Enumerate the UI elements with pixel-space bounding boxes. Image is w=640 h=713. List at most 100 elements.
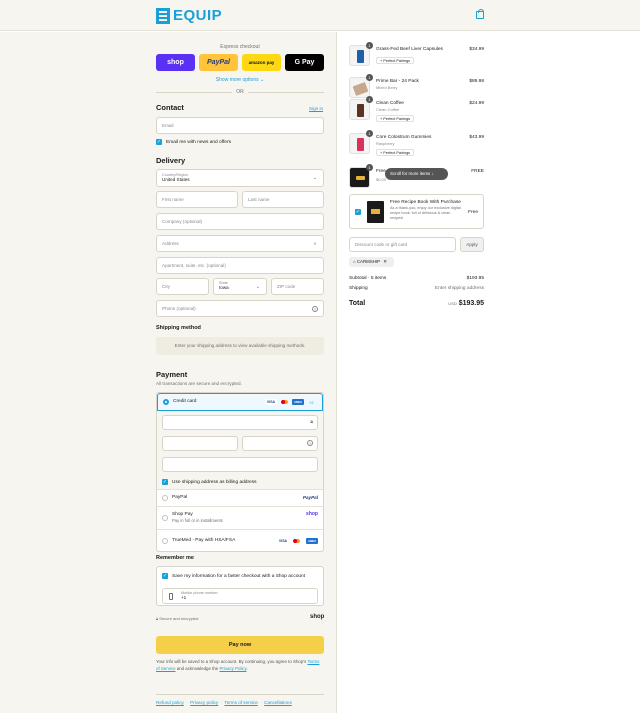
- shipping-row: Shipping Enter shipping address: [349, 286, 484, 291]
- upsell-checkbox[interactable]: ✓: [355, 209, 361, 215]
- card-number-field[interactable]: 🔒︎: [162, 415, 318, 430]
- shipping-method-note: Enter your shipping address to view avai…: [156, 337, 324, 355]
- discount-code-text: CARMSHIP: [356, 259, 380, 264]
- item-price: $43.99: [469, 135, 484, 140]
- news-checkbox-label: Email me with news and offers: [166, 140, 231, 145]
- company-field[interactable]: Company (optional): [156, 213, 324, 230]
- state-select[interactable]: State Iowa ⌄: [213, 278, 267, 295]
- city-placeholder: City: [162, 284, 170, 289]
- pay-now-button[interactable]: Pay now: [156, 636, 324, 654]
- upsell-card[interactable]: ✓ Free Recipe Book With Purchase As a th…: [349, 194, 484, 229]
- item-price: $34.99: [469, 47, 484, 52]
- equip-logo-icon: [156, 7, 170, 24]
- privacy-policy-footer-link[interactable]: Privacy policy: [190, 700, 218, 705]
- city-field[interactable]: City: [156, 278, 209, 295]
- currency-code: USD: [448, 301, 457, 306]
- refund-policy-link[interactable]: Refund policy: [156, 700, 184, 705]
- save-info-checkbox[interactable]: ✓: [162, 573, 168, 579]
- first-name-placeholder: First name: [162, 197, 184, 202]
- item-variant: $0.00: [376, 177, 387, 182]
- upsell-title: Free Recipe Book With Purchase: [390, 200, 461, 205]
- total-value-group: USD $193.95: [448, 300, 484, 307]
- cart-item: 1 Grass-Fed Beef Liver Capsules + Perfec…: [349, 42, 484, 71]
- address-field[interactable]: Address ⌕: [156, 235, 324, 252]
- help-icon[interactable]: ?: [307, 440, 313, 446]
- paypal-radio[interactable]: [162, 495, 168, 501]
- shipping-label: Shipping: [349, 286, 368, 291]
- phone-field[interactable]: Phone (optional) ?: [156, 300, 324, 317]
- perfect-pairings-button[interactable]: + Perfect Pairings: [376, 149, 415, 156]
- legal-suffix: .: [246, 665, 248, 671]
- expiry-field[interactable]: [162, 436, 238, 451]
- secure-encrypted-text: 🔒︎ Secure and encrypted: [156, 616, 199, 621]
- email-field[interactable]: Email: [156, 117, 324, 134]
- first-name-field[interactable]: First name: [156, 191, 238, 208]
- amex-icon: AMEX: [306, 538, 318, 544]
- help-icon[interactable]: ?: [312, 306, 318, 312]
- credit-card-radio[interactable]: [163, 399, 169, 405]
- news-checkbox[interactable]: ✓: [156, 139, 162, 145]
- paypal-option[interactable]: PayPal PayPal: [157, 490, 323, 507]
- shop-pay-logo: shop: [306, 511, 318, 517]
- shop-pay-radio[interactable]: [162, 515, 168, 521]
- apartment-field[interactable]: Apartment, suite, etc. (optional): [156, 257, 324, 274]
- header: EQUIP: [0, 0, 640, 31]
- payment-subtitle: All transactions are secure and encrypte…: [156, 381, 242, 386]
- amazon-pay-button[interactable]: amazon pay: [242, 54, 281, 71]
- chevron-down-icon: ⌄: [255, 284, 261, 290]
- mobile-icon: [169, 593, 173, 600]
- shopping-bag-icon[interactable]: [476, 9, 484, 19]
- mobile-phone-field[interactable]: Mobile phone number +1: [162, 588, 318, 604]
- more-brands-text: +2: [309, 400, 314, 405]
- product-shape: [357, 50, 364, 63]
- privacy-policy-link[interactable]: Privacy Policy: [219, 666, 246, 671]
- brand-name: EQUIP: [173, 7, 223, 24]
- subtotal-label: Subtotal · 5 items: [349, 276, 387, 281]
- country-value: United States: [162, 177, 190, 182]
- truemed-option[interactable]: TrueMed - Pay with HSA/FSA VISA AMEX: [157, 530, 323, 552]
- country-select[interactable]: Country/Region United States ⌄: [156, 169, 324, 187]
- credit-card-label: Credit card: [173, 399, 197, 404]
- footer-links: Refund policy Privacy policy Terms of se…: [156, 694, 324, 705]
- shop-pay-option[interactable]: Shop Pay Pay in full or in installments …: [157, 507, 323, 530]
- perfect-pairings-button[interactable]: + Perfect Pairings: [376, 57, 415, 64]
- last-name-field[interactable]: Last name: [242, 191, 324, 208]
- cancellations-link[interactable]: Cancellations: [264, 700, 292, 705]
- express-checkout-title: Express checkout: [220, 44, 260, 50]
- zip-field[interactable]: ZIP code: [271, 278, 324, 295]
- perfect-pairings-button[interactable]: + Perfect Pairings: [376, 115, 415, 122]
- quantity-badge: 1: [366, 164, 373, 171]
- paypal-logo: PayPal: [302, 495, 318, 500]
- payment-heading: Payment: [156, 370, 188, 379]
- visa-icon: VISA: [265, 399, 277, 405]
- show-more-options-link[interactable]: Show more options ⌄: [156, 77, 324, 83]
- apply-button[interactable]: Apply: [460, 237, 484, 252]
- remember-me-box: ✓ Save my information for a faster check…: [156, 566, 324, 606]
- logo[interactable]: EQUIP: [156, 7, 222, 24]
- zip-placeholder: ZIP code: [277, 284, 296, 289]
- google-pay-button[interactable]: G Pay: [285, 54, 324, 71]
- discount-code-field[interactable]: Discount code or gift card: [349, 237, 456, 252]
- sign-in-link[interactable]: Sign in: [309, 106, 323, 111]
- shipping-value: Enter shipping address: [434, 286, 484, 291]
- security-code-field[interactable]: ?: [242, 436, 318, 451]
- shop-pay-button[interactable]: shop: [156, 54, 195, 71]
- apartment-placeholder: Apartment, suite, etc. (optional): [162, 263, 226, 268]
- save-info-label: Save my information for a faster checkou…: [172, 574, 306, 579]
- billing-checkbox[interactable]: ✓: [162, 479, 168, 485]
- subtotal-row: Subtotal · 5 items $193.95: [349, 276, 484, 281]
- total-row: Total USD $193.95: [349, 300, 484, 307]
- truemed-radio[interactable]: [162, 538, 168, 544]
- credit-card-option[interactable]: Credit card VISA AMEX +2: [157, 393, 323, 411]
- legal-prefix: Your info will be saved to a Shop accoun…: [156, 659, 308, 664]
- paypal-button[interactable]: PayPal: [199, 54, 238, 71]
- remove-code-icon[interactable]: ✕: [383, 259, 387, 264]
- upsell-description: As a thank-you, enjoy our exclusive digi…: [390, 206, 461, 220]
- scroll-for-more-tooltip[interactable]: Scroll for more items ↓: [385, 168, 448, 180]
- terms-of-service-footer-link[interactable]: Terms of service: [224, 700, 257, 705]
- shop-logo: shop: [310, 614, 325, 620]
- item-name: Core Colostrum Gummies: [376, 135, 432, 140]
- mastercard-icon: [292, 538, 301, 544]
- shipping-method-heading: Shipping method: [156, 325, 201, 331]
- name-on-card-field[interactable]: [162, 457, 318, 472]
